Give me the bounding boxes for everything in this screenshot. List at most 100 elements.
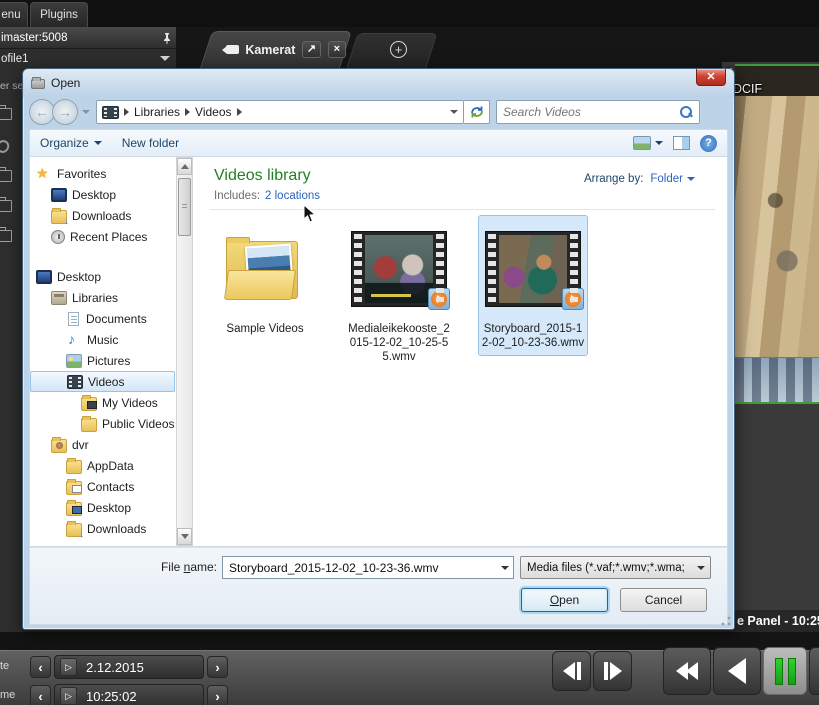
file-item-label: Sample Videos: [226, 322, 303, 336]
file-type-select[interactable]: Media files (*.vaf;*.wmv;*.wma;: [520, 556, 711, 579]
tree-item-recent-places[interactable]: Recent Places: [30, 226, 175, 247]
dialog-close-button[interactable]: ✕: [696, 69, 726, 86]
breadcrumb-libraries[interactable]: Libraries: [134, 105, 180, 119]
scroll-down-button[interactable]: [177, 528, 192, 545]
scrollbar-thumb[interactable]: [178, 178, 191, 236]
file-item-label: Storyboard_2015-12-02_10-23-36.wmv: [481, 322, 585, 350]
videos-library-icon: [102, 106, 119, 119]
tree-item-desktop[interactable]: Desktop: [30, 266, 175, 287]
file-name-dropdown[interactable]: [497, 557, 513, 578]
step-back-button[interactable]: [552, 651, 591, 691]
open-dialog-icon: [31, 77, 45, 89]
lib-icon: [51, 291, 67, 305]
tree-scrollbar[interactable]: [176, 157, 193, 546]
time-field[interactable]: ▷ 10:25:02: [54, 684, 204, 705]
file-list: Sample Videos Medialeikekooste_2015-12-02…: [206, 215, 721, 445]
tree-item-pictures[interactable]: Pictures: [30, 350, 175, 371]
preview-pane-button[interactable]: [673, 136, 690, 150]
breadcrumb-videos[interactable]: Videos: [195, 105, 231, 119]
camera-panel: 5 _DCIF: [722, 62, 819, 632]
server-title-bar: imaster:5008: [0, 27, 176, 48]
date-field[interactable]: ▷ 2.12.2015: [54, 655, 204, 679]
scroll-up-button[interactable]: [177, 158, 192, 175]
tab-plugins[interactable]: Plugins: [30, 2, 88, 27]
tab-kamerat[interactable]: Kamerat ↗ ×: [206, 31, 346, 68]
tree-item-desktop[interactable]: Desktop: [30, 497, 175, 518]
pause-button[interactable]: [763, 647, 807, 695]
play-button-partial[interactable]: [809, 647, 819, 695]
close-tab-button[interactable]: ×: [328, 41, 346, 58]
profile-selector[interactable]: ofile1: [0, 48, 176, 68]
doc-icon: [68, 312, 79, 326]
crumb-separator-icon: [185, 108, 190, 116]
dock-folder-icon[interactable]: [0, 170, 12, 182]
video-thumbnail-icon: [485, 231, 581, 307]
locations-link[interactable]: 2 locations: [265, 190, 320, 202]
rewind-button[interactable]: [663, 647, 711, 695]
cancel-button[interactable]: Cancel: [620, 588, 707, 612]
search-input[interactable]: [503, 105, 679, 119]
date-picker-icon[interactable]: ▷: [60, 658, 77, 676]
dock-folder-icon[interactable]: [0, 108, 12, 120]
file-item-selected[interactable]: Storyboard_2015-12-02_10-23-36.wmv: [478, 215, 588, 356]
tab-menu-partial[interactable]: enu: [0, 2, 28, 27]
step-forward-button[interactable]: [593, 651, 632, 691]
time-next-button[interactable]: ›: [207, 685, 228, 705]
dialog-footer: File name: Media files (*.vaf;*.wmv;*.wm…: [29, 547, 728, 625]
resize-grip-icon[interactable]: [720, 615, 732, 627]
cancel-label: Cancel: [645, 593, 682, 607]
date-prev-button[interactable]: ‹: [30, 656, 51, 678]
tree-item-libraries[interactable]: Libraries: [30, 287, 175, 308]
new-tab[interactable]: +: [352, 33, 432, 68]
help-button[interactable]: ?: [700, 135, 717, 152]
forward-button[interactable]: →: [52, 99, 78, 125]
dock-folder-icon[interactable]: [0, 200, 12, 212]
dialog-title-bar[interactable]: Open: [23, 69, 734, 97]
triangle-up-icon: [181, 164, 189, 169]
address-bar-row: ← → Libraries Videos: [29, 99, 728, 125]
tree-item-my-videos[interactable]: My Videos: [30, 392, 175, 413]
history-dropdown-icon[interactable]: [82, 110, 90, 114]
breadcrumb[interactable]: Libraries Videos: [96, 100, 464, 124]
tree-item-downloads[interactable]: Downloads: [30, 518, 175, 539]
views-button[interactable]: [633, 136, 663, 150]
tree-item-videos[interactable]: Videos: [30, 371, 175, 392]
file-name-input[interactable]: [223, 561, 497, 575]
star-icon: [36, 167, 52, 181]
tree-item-music[interactable]: Music: [30, 329, 175, 350]
arrange-by-control[interactable]: Arrange by: Folder: [584, 173, 695, 185]
file-item[interactable]: Sample Videos: [210, 215, 320, 342]
tree-item-public-videos[interactable]: Public Videos: [30, 413, 175, 434]
organize-button[interactable]: Organize: [30, 136, 112, 150]
open-button[interactable]: Open: [521, 588, 608, 612]
file-item[interactable]: Medialeikekooste_2015-12-02_10-25-55.wmv: [344, 215, 454, 370]
screen: enu Plugins imaster:5008 ofile1 Kamerat …: [0, 0, 819, 705]
refresh-icon: [470, 105, 484, 119]
tree-item-documents[interactable]: Documents: [30, 308, 175, 329]
time-picker-icon[interactable]: ▷: [60, 687, 77, 705]
pin-icon[interactable]: [162, 32, 172, 44]
tree-item-dvr[interactable]: dvr: [30, 434, 175, 455]
monitor-icon: [51, 188, 67, 202]
date-next-button[interactable]: ›: [207, 656, 228, 678]
tree-item-desktop[interactable]: Desktop: [30, 184, 175, 205]
video-thumbnail-icon: [351, 231, 447, 307]
dock-clip-icon[interactable]: [0, 138, 12, 156]
tree-item-favorites[interactable]: Favorites: [30, 163, 175, 184]
tree-item-downloads[interactable]: Downloads: [30, 205, 175, 226]
popout-tab-button[interactable]: ↗: [302, 41, 320, 58]
refresh-button[interactable]: [464, 100, 490, 124]
camera-5-video[interactable]: [735, 64, 819, 404]
chevron-down-icon: [160, 56, 170, 61]
forward-icon: →: [58, 105, 72, 119]
tree-item-label: AppData: [87, 459, 134, 473]
tree-item-contacts[interactable]: Contacts: [30, 476, 175, 497]
mouse-cursor: [303, 204, 317, 224]
tree-item-appdata[interactable]: AppData: [30, 455, 175, 476]
new-folder-button[interactable]: New folder: [112, 136, 189, 150]
reverse-play-button[interactable]: [713, 647, 761, 695]
search-icon[interactable]: [679, 105, 693, 119]
time-prev-button[interactable]: ‹: [30, 685, 51, 705]
address-dropdown-icon[interactable]: [450, 110, 458, 114]
dock-folder-icon[interactable]: [0, 230, 12, 242]
